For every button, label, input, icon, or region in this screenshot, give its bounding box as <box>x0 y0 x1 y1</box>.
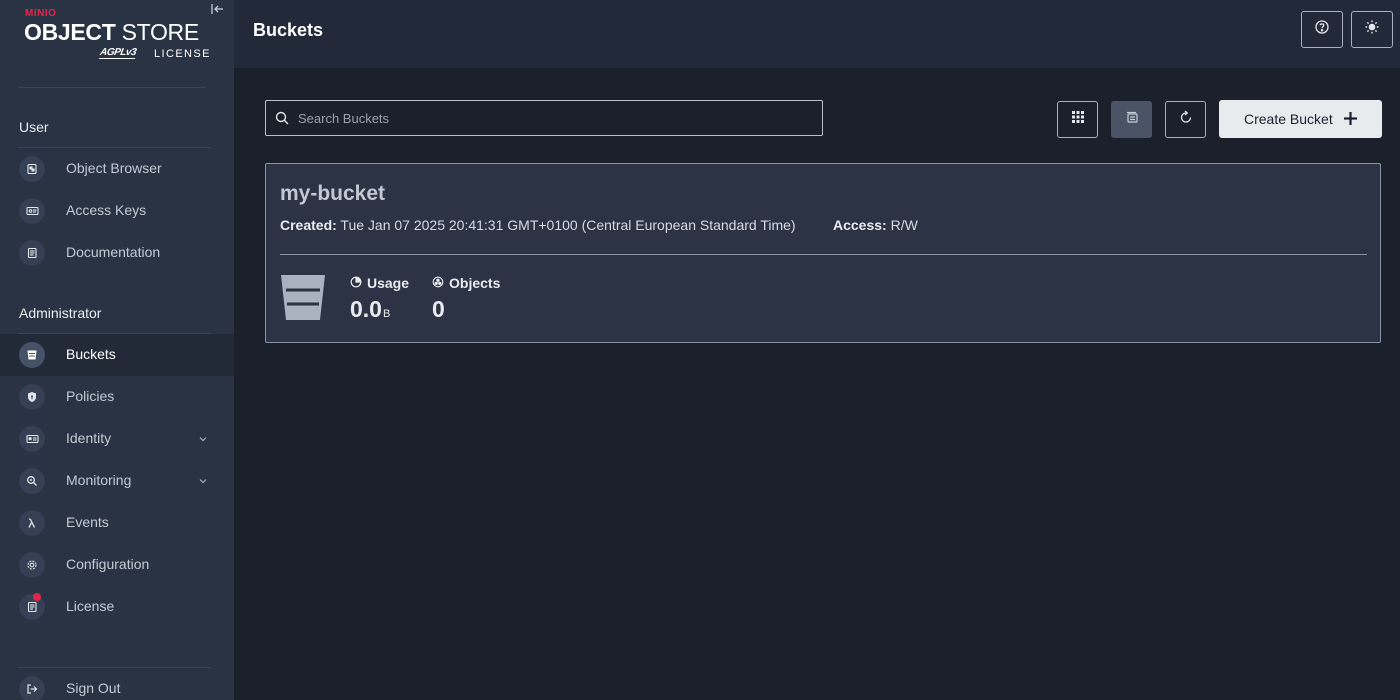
sidebar-item-object-browser[interactable]: Object Browser <box>0 148 234 190</box>
sign-out-icon <box>19 676 45 700</box>
objects-value: 0 <box>432 296 445 322</box>
sidebar-item-sign-out[interactable]: Sign Out <box>0 668 234 700</box>
sidebar-item-label: Configuration <box>66 556 150 572</box>
search-icon <box>274 110 290 126</box>
sidebar-item-label: Identity <box>66 430 112 446</box>
sidebar-item-label: Documentation <box>66 244 161 260</box>
bucket-card[interactable]: my-bucket Created: Tue Jan 07 2025 20:41… <box>265 163 1381 343</box>
pie-chart-icon <box>350 275 362 291</box>
chevron-down-icon[interactable] <box>196 474 210 488</box>
page-header: Buckets <box>234 0 1400 68</box>
sidebar-item-label: Buckets <box>66 346 116 362</box>
create-bucket-button[interactable]: Create Bucket <box>1219 100 1382 138</box>
magnifier-icon <box>19 468 45 494</box>
bucket-created: Created: Tue Jan 07 2025 20:41:31 GMT+01… <box>280 217 796 233</box>
shield-icon <box>19 384 45 410</box>
notification-dot <box>33 593 41 601</box>
sidebar-item-access-keys[interactable]: Access Keys <box>0 190 234 232</box>
sidebar-item-policies[interactable]: Policies <box>0 376 234 418</box>
sidebar-item-label: Object Browser <box>66 160 162 176</box>
sidebar-item-label: Policies <box>66 388 115 404</box>
gear-icon <box>19 552 45 578</box>
objects-icon <box>432 275 444 291</box>
sidebar-item-documentation[interactable]: Documentation <box>0 232 234 274</box>
section-title-user: User <box>19 119 49 135</box>
bucket-access: Access: R/W <box>833 217 918 233</box>
logo-agpl: AGPLv3 <box>98 47 137 59</box>
usage-label: Usage <box>350 275 409 291</box>
sidebar-item-label: License <box>66 598 115 614</box>
logo-brand: MINIO <box>25 8 57 19</box>
grid-view-button[interactable] <box>1057 101 1098 138</box>
object-browser-icon <box>19 156 45 182</box>
grid-icon <box>1071 110 1085 129</box>
search-field[interactable] <box>265 100 823 136</box>
usage-value: 0.0B <box>350 296 391 322</box>
bucket-icon <box>19 342 45 368</box>
sidebar-item-label: Events <box>66 514 109 530</box>
page-title: Buckets <box>253 20 324 40</box>
stacked-list-icon <box>1125 110 1139 129</box>
refresh-icon <box>1179 110 1193 129</box>
logo-divider <box>18 87 206 88</box>
objects-label: Objects <box>432 275 500 291</box>
refresh-button[interactable] <box>1165 101 1206 138</box>
theme-toggle-button[interactable] <box>1351 11 1393 48</box>
lambda-icon <box>19 510 45 536</box>
sidebar-item-buckets[interactable]: Buckets <box>0 334 234 376</box>
access-keys-icon <box>19 198 45 224</box>
section-title-administrator: Administrator <box>19 305 102 321</box>
documentation-icon <box>19 240 45 266</box>
sidebar-item-label: Access Keys <box>66 202 147 218</box>
sidebar-item-identity[interactable]: Identity <box>0 418 234 460</box>
sidebar-item-configuration[interactable]: Configuration <box>0 544 234 586</box>
id-card-icon <box>19 426 45 452</box>
create-bucket-label: Create Bucket <box>1244 111 1333 127</box>
list-view-button[interactable] <box>1111 101 1152 138</box>
sidebar-item-monitoring[interactable]: Monitoring <box>0 460 234 502</box>
sidebar-item-label: Sign Out <box>66 680 121 696</box>
sidebar: MINIO OBJECT STORE AGPLv3 LICENSE User O… <box>0 0 234 700</box>
sidebar-item-license[interactable]: License <box>0 586 234 628</box>
license-icon <box>19 593 45 620</box>
bucket-icon <box>280 274 326 322</box>
bucket-name[interactable]: my-bucket <box>280 182 385 206</box>
plus-icon <box>1343 111 1358 126</box>
logo-license: LICENSE <box>154 48 211 60</box>
chevron-down-icon[interactable] <box>196 432 210 446</box>
logo-product: OBJECT STORE <box>24 19 199 45</box>
sun-icon <box>1364 19 1380 40</box>
help-button[interactable] <box>1301 11 1343 48</box>
sidebar-item-events[interactable]: Events <box>0 502 234 544</box>
minio-logo: MINIO OBJECT STORE AGPLv3 LICENSE <box>24 8 214 66</box>
sidebar-item-label: Monitoring <box>66 472 132 488</box>
card-divider <box>280 254 1367 255</box>
help-icon <box>1314 19 1330 40</box>
search-input[interactable] <box>298 101 818 135</box>
